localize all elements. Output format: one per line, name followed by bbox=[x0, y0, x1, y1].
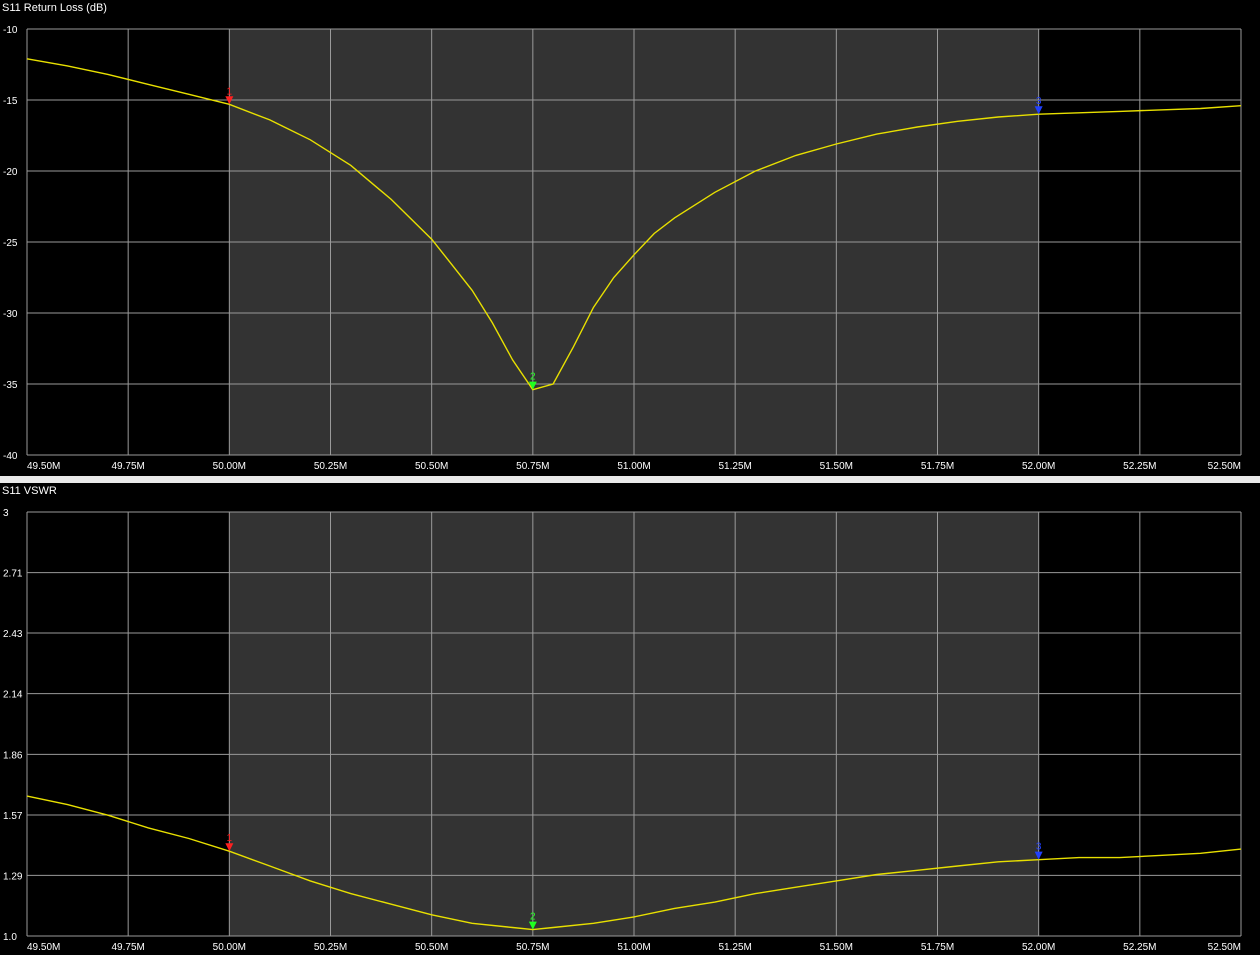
rl-x-tick-label: 52.50M bbox=[1208, 461, 1241, 472]
vswr-x-tick-label: 50.00M bbox=[213, 942, 246, 953]
return-loss-chart: 49.50M 49.75M 50.00M 50.25M 50.50M 50.75M 51.0… bbox=[3, 25, 1242, 472]
vswr-y-tick-label: 1.57 bbox=[3, 811, 23, 822]
rl-x-tick-label: 52.25M bbox=[1123, 461, 1156, 472]
vswr-x-tick-label: 49.50M bbox=[27, 942, 60, 953]
vswr-x-tick-label: 51.75M bbox=[921, 942, 954, 953]
rl-y-tick-label: -25 bbox=[3, 238, 18, 249]
vswr-marker-1-label: 1 bbox=[227, 833, 233, 844]
vswr-y-tick-label: 2.71 bbox=[3, 569, 23, 580]
rl-x-tick-label: 50.50M bbox=[415, 461, 448, 472]
rl-x-tick-label: 50.00M bbox=[213, 461, 246, 472]
rl-x-tick-label: 51.75M bbox=[921, 461, 954, 472]
rl-x-tick-label: 50.25M bbox=[314, 461, 347, 472]
rl-y-tick-label: -35 bbox=[3, 380, 18, 391]
vswr-y-tick-label: 2.43 bbox=[3, 629, 23, 640]
rl-y-tick-label: -15 bbox=[3, 96, 18, 107]
rl-marker-3-label: 3 bbox=[1036, 96, 1042, 107]
rl-x-tick-label: 51.00M bbox=[617, 461, 650, 472]
rl-x-tick-label: 50.75M bbox=[516, 461, 549, 472]
vswr-marker-3-label: 3 bbox=[1036, 842, 1042, 853]
vswr-y-tick-label: 1.86 bbox=[3, 750, 23, 761]
vswr-x-tick-label: 49.75M bbox=[111, 942, 144, 953]
return-loss-panel: S11 Return Loss (dB) 49.50M 49.75M 50.00M 5… bbox=[0, 0, 1260, 476]
rl-x-tick-label: 49.50M bbox=[27, 461, 60, 472]
rl-x-tick-label: 51.25M bbox=[718, 461, 751, 472]
vswr-x-tick-label: 51.50M bbox=[820, 942, 853, 953]
rl-x-tick-label: 52.00M bbox=[1022, 461, 1055, 472]
vswr-y-tick-label: 1.0 bbox=[3, 932, 17, 943]
vswr-panel: S11 VSWR 49.50M 49.75M 50.00M 50.25M 50.50M 5… bbox=[0, 483, 1260, 955]
vswr-y-tick-label: 1.29 bbox=[3, 871, 23, 882]
panel-separator bbox=[0, 476, 1260, 483]
rl-marker-1-label: 1 bbox=[227, 86, 233, 97]
vswr-x-tick-label: 52.50M bbox=[1208, 942, 1241, 953]
rl-y-tick-label: -20 bbox=[3, 167, 18, 178]
rl-y-tick-label: -30 bbox=[3, 309, 18, 320]
vswr-y-tick-label: 2.14 bbox=[3, 690, 23, 701]
rl-y-tick-label: -40 bbox=[3, 451, 18, 462]
vswr-x-tick-label: 50.50M bbox=[415, 942, 448, 953]
vswr-x-tick-label: 51.00M bbox=[617, 942, 650, 953]
vswr-x-tick-label: 52.00M bbox=[1022, 942, 1055, 953]
vswr-x-tick-label: 50.25M bbox=[314, 942, 347, 953]
rl-x-tick-label: 49.75M bbox=[111, 461, 144, 472]
rl-x-tick-label: 51.50M bbox=[820, 461, 853, 472]
vswr-y-tick-label: 3 bbox=[3, 508, 9, 519]
vswr-x-tick-label: 51.25M bbox=[718, 942, 751, 953]
rl-y-tick-label: -10 bbox=[3, 25, 18, 36]
vswr-chart: 49.50M 49.75M 50.00M 50.25M 50.50M 50.75M 51.0… bbox=[3, 508, 1242, 953]
vswr-x-tick-label: 50.75M bbox=[516, 942, 549, 953]
vswr-marker-2-label: 2 bbox=[530, 912, 536, 923]
vswr-x-tick-label: 52.25M bbox=[1123, 942, 1156, 953]
rl-marker-2-label: 2 bbox=[530, 372, 536, 383]
